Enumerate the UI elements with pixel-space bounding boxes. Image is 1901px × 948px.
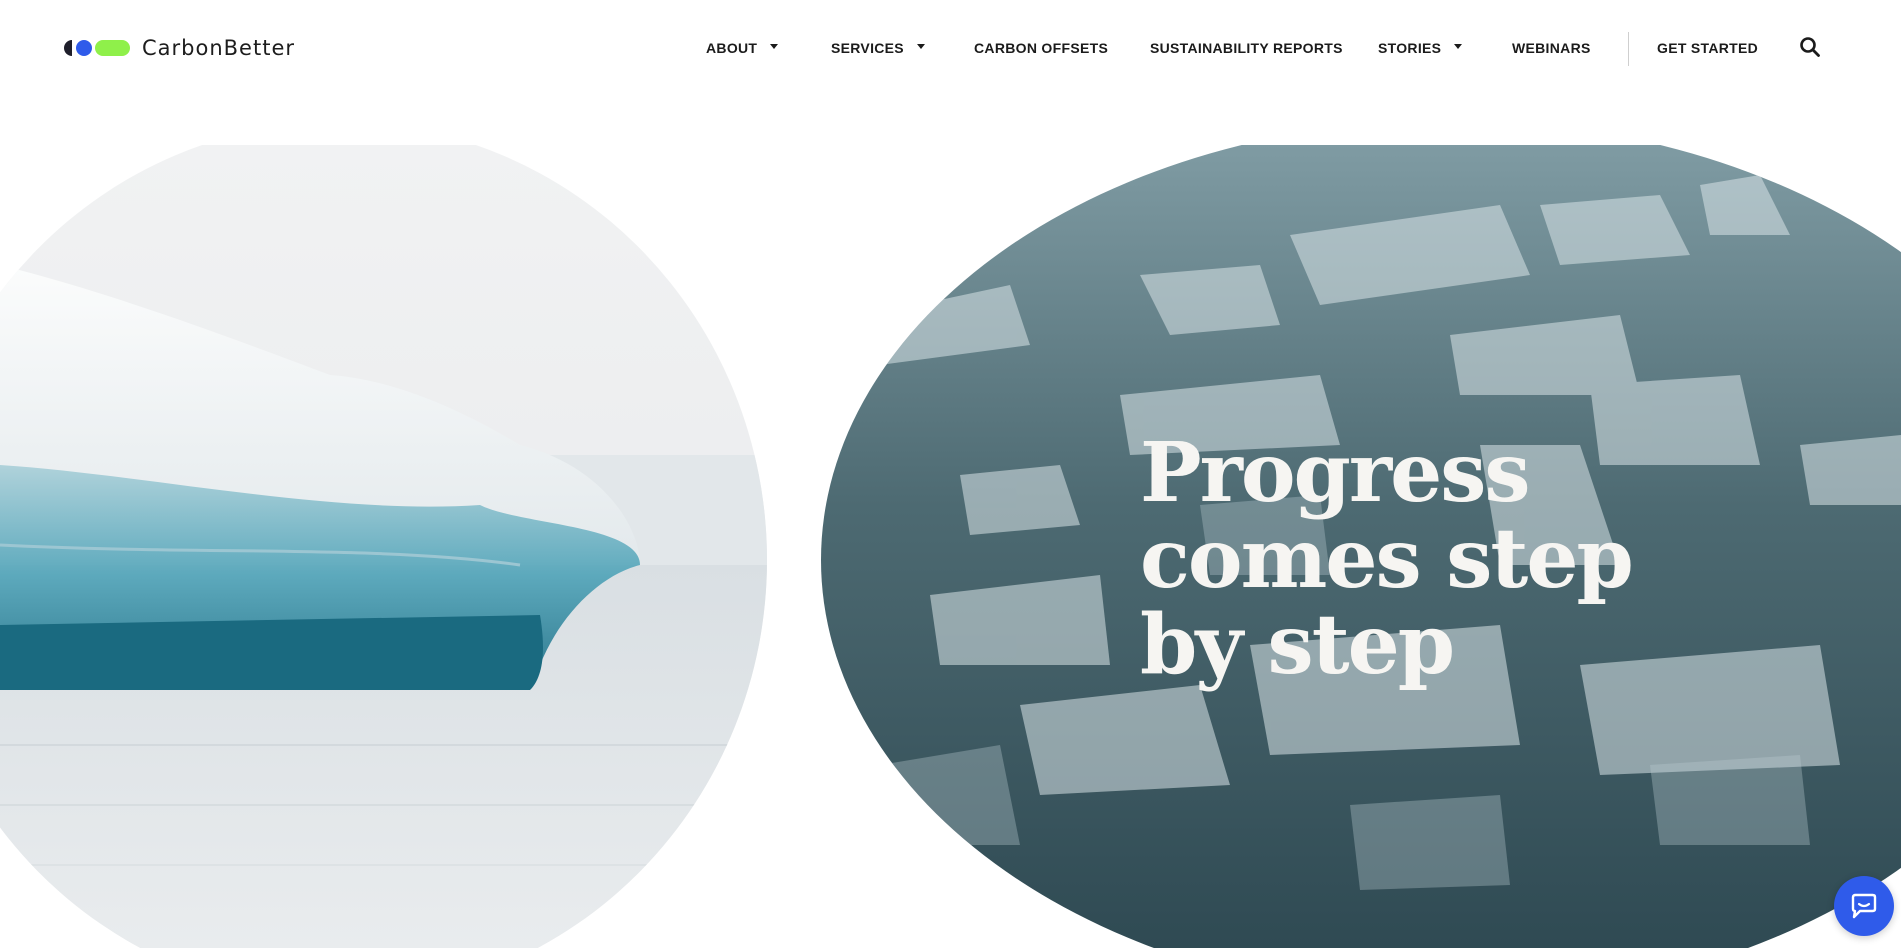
nav-item-services[interactable]: SERVICES	[831, 40, 925, 56]
headline-line: Progress	[1140, 425, 1531, 521]
headline-line: by step	[1140, 597, 1455, 693]
nav-item-about[interactable]: ABOUT	[706, 40, 779, 56]
caret-down-icon	[1454, 43, 1463, 49]
brand-name: CarbonBetter	[142, 36, 296, 60]
nav-item-sustainability-reports[interactable]: SUSTAINABILITY REPORTS	[1150, 40, 1343, 56]
chat-bubble-icon[interactable]	[1834, 876, 1894, 936]
caret-down-icon	[916, 43, 925, 49]
get-started-button[interactable]: GET STARTED	[1657, 40, 1758, 56]
logo-mark-icon	[64, 39, 130, 57]
nav-item-label: STORIES	[1378, 40, 1442, 56]
caret-down-icon	[770, 43, 779, 49]
nav-item-label: SUSTAINABILITY REPORTS	[1150, 40, 1343, 56]
nav-item-webinars[interactable]: WEBINARS	[1512, 40, 1591, 56]
nav-item-label: ABOUT	[706, 40, 758, 56]
nav-divider	[1628, 32, 1629, 66]
brand-logo[interactable]: CarbonBetter	[64, 33, 295, 63]
get-started-label: GET STARTED	[1657, 40, 1759, 56]
ice-floes-image-frame: Progress comes step by step	[0, 145, 1901, 948]
search-icon[interactable]	[1799, 36, 1821, 58]
hero-headline: Progress comes step by step	[1140, 430, 1700, 688]
nav-item-carbon-offsets[interactable]: CARBON OFFSETS	[974, 40, 1108, 56]
nav-item-stories[interactable]: STORIES	[1378, 40, 1463, 56]
nav-item-label: WEBINARS	[1512, 40, 1591, 56]
headline-line: comes step	[1140, 511, 1634, 607]
site-header: CarbonBetter ABOUT SERVICES CARBON OFFSE…	[0, 0, 1901, 96]
nav-item-label: CARBON OFFSETS	[974, 40, 1109, 56]
nav-item-label: SERVICES	[831, 40, 904, 56]
